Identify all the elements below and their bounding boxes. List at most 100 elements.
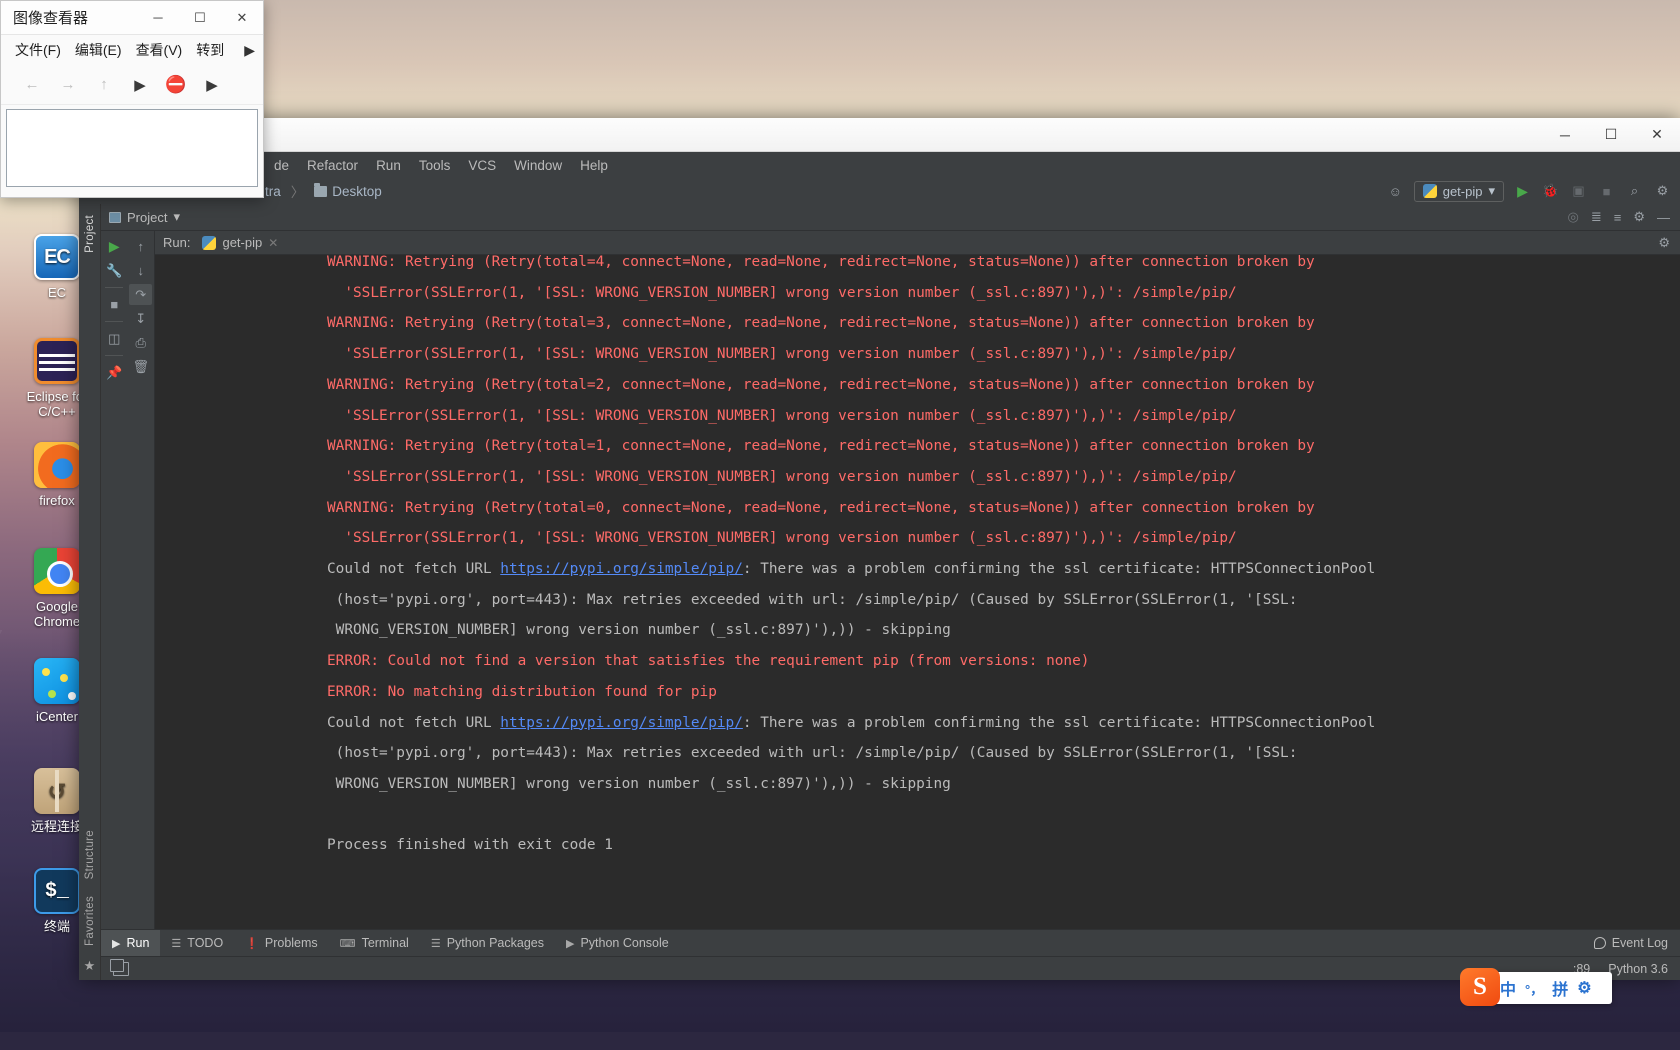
bottom-tab-problems[interactable]: ❗ Problems	[234, 930, 329, 957]
bottom-tab-label: Python Packages	[446, 936, 544, 950]
menu-vcs[interactable]: VCS	[459, 156, 505, 175]
menu-run[interactable]: Run	[367, 156, 410, 175]
console-output[interactable]: WARNING: Retrying (Retry(total=4, connec…	[155, 255, 1680, 929]
back-icon[interactable]: ←	[15, 70, 49, 100]
bottom-tab-terminal[interactable]: ⌨ Terminal	[329, 930, 420, 957]
console-line: WRONG_VERSION_NUMBER] wrong version numb…	[327, 622, 951, 639]
settings-wrench-icon[interactable]: 🔧	[103, 260, 126, 281]
run-configuration-selector[interactable]: get-pip ▾	[1413, 180, 1504, 202]
console-link[interactable]: https://pypi.org/simple/pip/	[500, 715, 743, 731]
viewer-menu-view[interactable]: 查看(V)	[130, 37, 189, 63]
viewer-menu-overflow-icon[interactable]: ▶	[244, 42, 255, 59]
terminal-icon: ⌨	[339, 937, 356, 950]
interpreter-label[interactable]: Python 3.6	[1608, 962, 1668, 976]
ide-minimize-button[interactable]: ─	[1542, 118, 1588, 151]
debug-icon[interactable]: 🐞	[1541, 182, 1560, 201]
console-line: Could not fetch URL https://pypi.org/sim…	[155, 554, 1680, 585]
project-toolwindow-header: Project ▾ ◎ ≣ ≡ ⚙ —	[101, 204, 1680, 231]
sidebar-item-structure[interactable]: Structure	[82, 825, 98, 884]
bottom-tab-label: Problems	[264, 936, 318, 950]
stop-icon[interactable]: ■	[1597, 182, 1616, 201]
console-line: 'SSLError(SSLError(1, '[SSL: WRONG_VERSI…	[327, 407, 1237, 424]
bottom-tab-python-packages[interactable]: ☰ Python Packages	[420, 930, 555, 957]
profile-icon[interactable]: ☺	[1386, 182, 1405, 201]
viewer-image-canvas[interactable]	[6, 109, 258, 187]
toggle-toolwindows-icon[interactable]	[110, 958, 129, 976]
pin-icon[interactable]: 📌	[103, 362, 126, 383]
run-tab-get-pip[interactable]: get-pip ✕	[198, 233, 282, 252]
down-arrow-icon[interactable]: ↓	[129, 260, 152, 281]
hide-window-icon[interactable]: —	[1657, 210, 1670, 225]
play-icon[interactable]: ▶	[123, 70, 157, 100]
viewer-close-button[interactable]: ✕	[221, 1, 263, 34]
console-line: WRONG_VERSION_NUMBER] wrong version numb…	[327, 775, 951, 792]
menu-window[interactable]: Window	[505, 156, 571, 175]
collapse-all-icon[interactable]: ≡	[1614, 210, 1622, 225]
next-icon[interactable]: ▶	[195, 70, 229, 100]
viewer-menu-file[interactable]: 文件(F)	[9, 37, 67, 63]
scroll-to-end-icon[interactable]: ↧	[129, 308, 152, 329]
sidebar-item-project[interactable]: Project	[82, 210, 98, 258]
viewer-menu-edit[interactable]: 编辑(E)	[69, 37, 128, 63]
sidebar-item-favorites[interactable]: Favorites	[82, 891, 98, 951]
chrome-icon	[34, 548, 80, 594]
menu-code[interactable]: de	[265, 156, 298, 175]
breadcrumb[interactable]: tra 〉 Desktop	[265, 181, 382, 201]
project-toolwindow-title[interactable]: Project ▾	[109, 209, 180, 225]
coverage-icon[interactable]: ▣	[1569, 182, 1588, 201]
ime-punctuation[interactable]: °，	[1525, 979, 1543, 998]
expand-all-icon[interactable]: ≣	[1591, 209, 1602, 225]
console-line: 'SSLError(SSLError(1, '[SSL: WRONG_VERSI…	[327, 468, 1237, 485]
ide-maximize-button[interactable]: ☐	[1588, 118, 1634, 151]
python-icon	[1422, 184, 1437, 198]
viewer-toolbar: ← → ↑ ▶ ⛔ ▶	[1, 65, 263, 105]
console-text: Could not fetch URL	[327, 561, 501, 578]
event-log-button[interactable]: Event Log	[1593, 936, 1668, 950]
menu-refactor[interactable]: Refactor	[298, 156, 367, 175]
console-line: (host='pypi.org', port=443): Max retries…	[327, 591, 1298, 608]
star-icon[interactable]: ★	[84, 958, 96, 974]
upload-icon[interactable]: ↑	[87, 70, 121, 100]
settings-gear-icon[interactable]: ⚙	[1633, 209, 1645, 225]
terminal-icon: $_	[34, 868, 80, 914]
ime-pinyin[interactable]: 拼	[1552, 976, 1568, 1000]
gear-icon[interactable]: ⚙	[1577, 978, 1591, 998]
soft-wrap-icon[interactable]: ↷	[129, 284, 153, 305]
run-icon[interactable]: ▶	[1513, 182, 1532, 201]
menu-help[interactable]: Help	[571, 156, 617, 175]
block-icon[interactable]: ⛔	[159, 70, 193, 100]
stop-icon[interactable]: ■	[103, 294, 126, 315]
bottom-tab-run[interactable]: ▶ Run	[101, 929, 161, 957]
print-icon[interactable]: ⎙	[129, 332, 152, 353]
rerun-icon[interactable]: ▶	[103, 236, 126, 257]
chevron-down-icon: ▾	[1488, 183, 1495, 198]
viewer-minimize-button[interactable]: ─	[137, 1, 179, 34]
console-link[interactable]: https://pypi.org/simple/pip/	[500, 561, 743, 577]
pycharm-window: ─ ☐ ✕ de Refactor Run Tools VCS Window H…	[79, 118, 1680, 980]
desktop-taskbar	[0, 1032, 1680, 1050]
gear-icon[interactable]: ⚙	[1653, 182, 1672, 201]
divider	[105, 287, 124, 288]
close-icon[interactable]: ✕	[268, 236, 278, 250]
run-label: Run:	[163, 235, 191, 250]
forward-icon[interactable]: →	[51, 70, 85, 100]
bottom-tab-label: TODO	[187, 936, 224, 950]
run-tab-bar: Run: get-pip ✕ ⚙	[155, 231, 1680, 255]
menu-tools[interactable]: Tools	[410, 156, 460, 175]
locate-icon[interactable]: ◎	[1568, 209, 1579, 225]
viewer-maximize-button[interactable]: ☐	[179, 1, 221, 34]
eclipse-icon	[34, 338, 80, 384]
bottom-tab-todo[interactable]: ☰ TODO	[160, 930, 234, 957]
up-arrow-icon[interactable]: ↑	[129, 236, 152, 257]
sogou-logo-icon[interactable]: S	[1460, 968, 1500, 1006]
ime-mode[interactable]: 中	[1500, 976, 1516, 1000]
bottom-tab-python-console[interactable]: ▶ Python Console	[555, 930, 680, 957]
chevron-down-icon: ▾	[173, 209, 180, 224]
viewer-menu-goto[interactable]: 转到	[190, 37, 230, 63]
gear-icon[interactable]: ⚙	[1658, 235, 1670, 251]
layout-icon[interactable]: ◫	[103, 328, 126, 349]
console-line: WARNING: Retrying (Retry(total=3, connec…	[327, 315, 1315, 332]
trash-icon[interactable]: 🗑	[129, 356, 152, 377]
search-icon[interactable]: ⌕	[1625, 182, 1644, 201]
ide-close-button[interactable]: ✕	[1634, 118, 1680, 151]
